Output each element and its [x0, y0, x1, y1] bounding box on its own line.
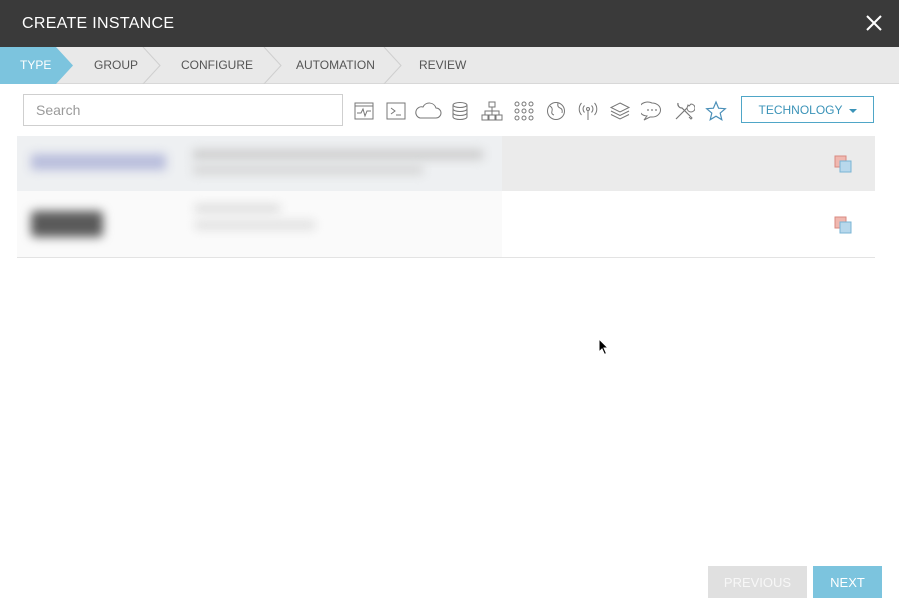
wizard-step-automation[interactable]: AUTOMATION: [296, 47, 375, 84]
chevron-down-icon: [848, 108, 857, 113]
broadcast-icon[interactable]: [577, 100, 599, 122]
globe-icon[interactable]: [545, 100, 567, 122]
wizard-step-configure[interactable]: CONFIGURE: [181, 47, 253, 84]
blurred-text: [193, 150, 483, 159]
copy-icon[interactable]: [833, 154, 853, 174]
layers-icon[interactable]: [609, 100, 631, 122]
mouse-cursor-icon: [598, 338, 610, 356]
search-input[interactable]: [23, 94, 343, 126]
wizard-step-review[interactable]: REVIEW: [419, 47, 466, 84]
wizard-step-type[interactable]: TYPE: [20, 47, 51, 84]
wizard-step-group[interactable]: GROUP: [94, 47, 138, 84]
close-icon[interactable]: [863, 12, 885, 34]
blurred-logo: [31, 211, 103, 237]
technology-dropdown-button[interactable]: TECHNOLOGY: [741, 96, 874, 123]
copy-icon[interactable]: [833, 215, 853, 235]
cloud-icon[interactable]: [413, 100, 443, 122]
network-tree-icon[interactable]: [481, 100, 503, 122]
previous-button[interactable]: PREVIOUS: [708, 566, 807, 598]
database-icon[interactable]: [449, 100, 471, 122]
redacted-content: [17, 136, 502, 191]
blurred-text: [195, 205, 280, 212]
blurred-text: [193, 166, 423, 174]
wizard-steps: TYPE GROUP CONFIGURE AUTOMATION REVIEW: [0, 47, 899, 84]
chat-icon[interactable]: [641, 100, 663, 122]
terminal-icon[interactable]: [385, 100, 407, 122]
technology-label: TECHNOLOGY: [758, 102, 843, 117]
modal-title: CREATE INSTANCE: [22, 14, 175, 32]
next-button[interactable]: NEXT: [813, 566, 882, 598]
star-icon[interactable]: [705, 100, 727, 122]
tools-icon[interactable]: [673, 100, 695, 122]
filter-toolbar: TECHNOLOGY: [0, 84, 899, 136]
instance-type-list: [17, 136, 875, 258]
list-item[interactable]: [17, 191, 875, 258]
list-item[interactable]: [17, 136, 875, 191]
blurred-logo: [31, 154, 166, 170]
grid-icon[interactable]: [513, 100, 535, 122]
modal-header: CREATE INSTANCE: [0, 0, 899, 47]
blurred-text: [195, 221, 315, 229]
app-monitor-icon[interactable]: [353, 100, 375, 122]
redacted-content: [17, 191, 502, 257]
